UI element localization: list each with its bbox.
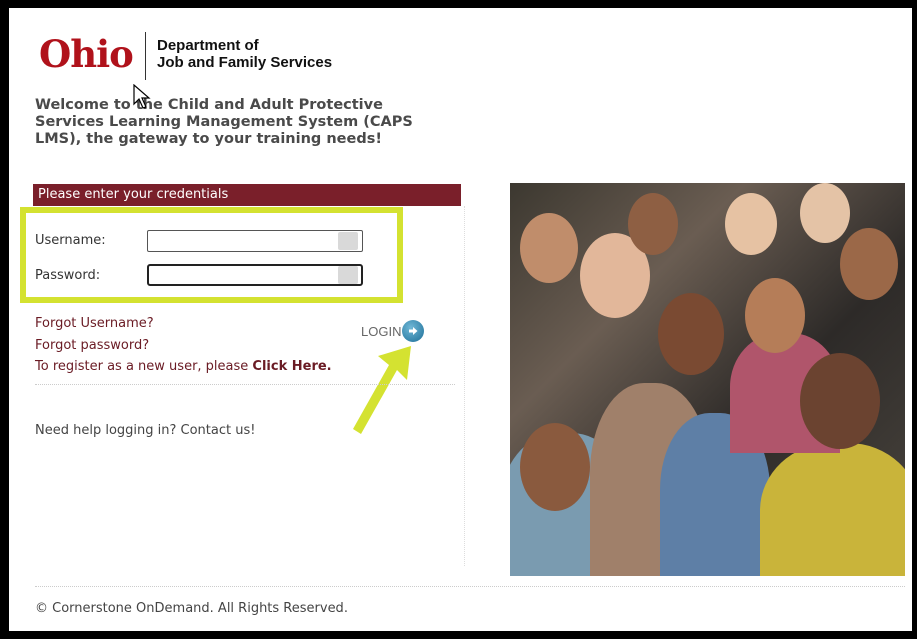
autofill-key-icon[interactable] bbox=[338, 266, 358, 284]
username-label: Username: bbox=[35, 233, 106, 248]
forgot-password-link[interactable]: Forgot password? bbox=[35, 338, 149, 353]
help-contact-link[interactable]: Need help logging in? Contact us! bbox=[35, 423, 255, 438]
autofill-key-icon[interactable] bbox=[338, 232, 358, 250]
password-label: Password: bbox=[35, 268, 101, 283]
logo-department: Department of Job and Family Services bbox=[157, 37, 332, 71]
footer-divider bbox=[35, 586, 905, 587]
password-input[interactable] bbox=[147, 264, 363, 286]
login-label: LOGIN bbox=[361, 323, 402, 339]
logo-dept-line2: Job and Family Services bbox=[157, 54, 333, 71]
logo-dept-line1: Department of bbox=[157, 37, 259, 54]
mouse-pointer-icon bbox=[133, 84, 151, 109]
annotation-highlight-box bbox=[20, 207, 403, 303]
login-page: Ohio Department of Job and Family Servic… bbox=[9, 8, 912, 631]
group-photo bbox=[510, 183, 905, 576]
register-link[interactable]: Click Here. bbox=[252, 359, 331, 374]
welcome-text: Welcome to the Child and Adult Protectiv… bbox=[35, 97, 413, 147]
copyright-footer: © Cornerstone OnDemand. All Rights Reser… bbox=[35, 601, 348, 616]
yellow-arrow-icon bbox=[353, 346, 411, 434]
panel-divider bbox=[464, 206, 465, 566]
credentials-header: Please enter your credentials bbox=[33, 184, 461, 206]
username-input[interactable] bbox=[147, 230, 363, 252]
register-prefix: To register as a new user, please bbox=[35, 359, 253, 374]
logo-brand: Ohio bbox=[39, 32, 134, 76]
forgot-username-link[interactable]: Forgot Username? bbox=[35, 316, 154, 331]
divider bbox=[35, 384, 455, 385]
register-text: To register as a new user, please Click … bbox=[35, 359, 332, 374]
logo-divider bbox=[145, 32, 146, 80]
